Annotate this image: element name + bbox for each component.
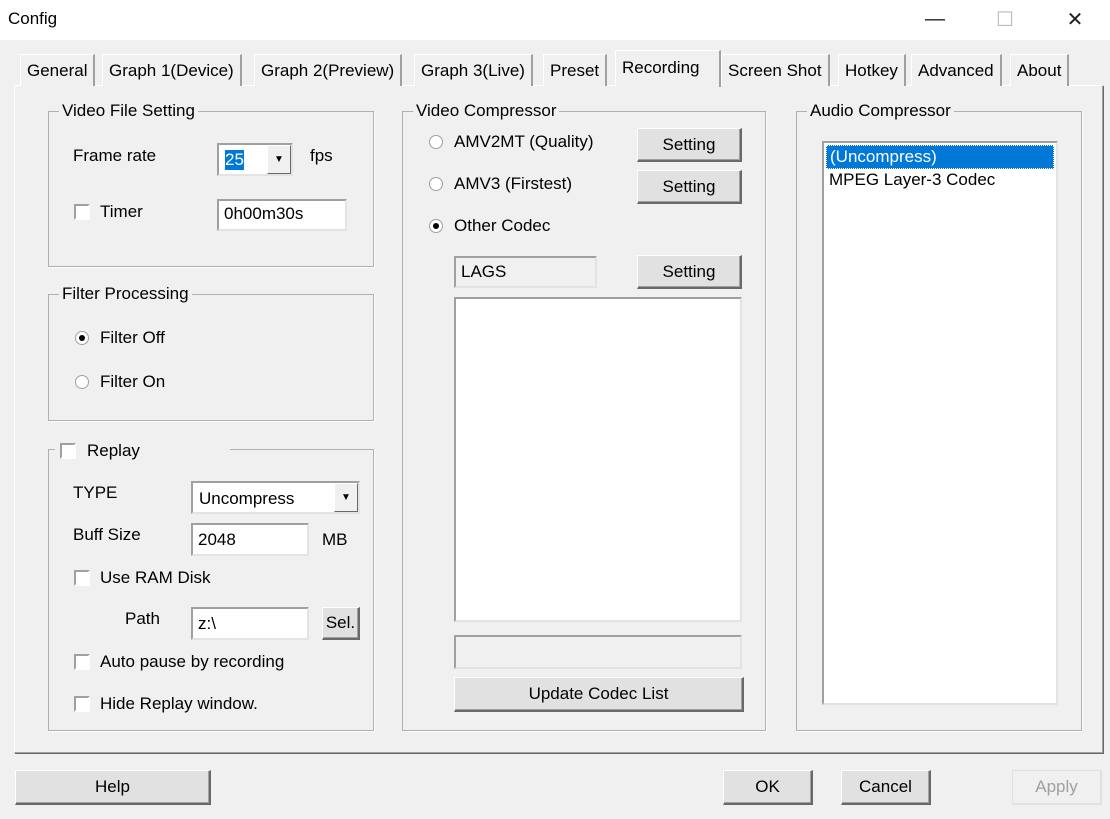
type-combo[interactable]: Uncompress ▼	[191, 481, 360, 514]
tab-about[interactable]: About	[1010, 54, 1070, 86]
filter-off-label: Filter Off	[100, 328, 165, 347]
cancel-button[interactable]: Cancel	[841, 770, 931, 805]
auto-pause-checkbox[interactable]	[74, 654, 90, 670]
group-title: Video File Setting	[59, 101, 198, 121]
audio-codec-list[interactable]: (Uncompress) MPEG Layer-3 Codec	[822, 141, 1058, 705]
path-input[interactable]: z:\	[191, 607, 309, 640]
replay-checkbox[interactable]	[60, 443, 76, 459]
select-path-button[interactable]: Sel.	[322, 607, 360, 640]
frame-rate-combo[interactable]: 25 ▼	[217, 143, 293, 176]
path-label: Path	[125, 609, 160, 628]
filter-on-label: Filter On	[100, 372, 166, 391]
hide-replay-checkbox[interactable]	[74, 696, 90, 712]
amv2mt-label: AMV2MT (Quality)	[454, 132, 594, 151]
buff-size-input[interactable]: 2048	[191, 523, 309, 556]
update-codec-list-button[interactable]: Update Codec List	[454, 677, 744, 712]
video-file-setting-group: Video File Setting	[48, 101, 374, 267]
apply-button[interactable]: Apply	[1012, 770, 1102, 805]
filter-on-radio[interactable]	[75, 375, 89, 389]
audio-codec-item[interactable]: MPEG Layer-3 Codec	[826, 169, 1054, 191]
type-label: TYPE	[73, 483, 118, 502]
tab-graph3[interactable]: Graph 3(Live)	[414, 54, 533, 86]
timer-checkbox[interactable]	[74, 204, 90, 220]
group-title: Audio Compressor	[807, 101, 954, 121]
title-bar: Config — ☐ ✕	[0, 0, 1110, 40]
timer-input[interactable]: 0h00m30s	[217, 199, 347, 231]
other-codec-setting-button[interactable]: Setting	[637, 255, 742, 289]
replay-label: Replay	[87, 441, 140, 460]
window-title: Config	[8, 9, 58, 28]
tab-recording[interactable]: Recording	[615, 50, 721, 87]
ok-button[interactable]: OK	[723, 770, 813, 805]
tab-general[interactable]: General	[20, 54, 96, 86]
tab-graph2[interactable]: Graph 2(Preview)	[254, 54, 403, 86]
frame-rate-label: Frame rate	[73, 146, 157, 165]
amv2mt-radio[interactable]	[429, 135, 443, 149]
filter-processing-group: Filter Processing	[48, 284, 374, 421]
amv3-radio[interactable]	[429, 177, 443, 191]
codec-list[interactable]	[454, 297, 742, 622]
maximize-button[interactable]: ☐	[982, 0, 1028, 38]
codec-name-field: LAGS	[454, 256, 597, 288]
tab-graph1[interactable]: Graph 1(Device)	[102, 54, 242, 86]
codec-info-field	[454, 635, 742, 669]
amv3-setting-button[interactable]: Setting	[637, 170, 742, 204]
chevron-down-icon[interactable]: ▼	[267, 145, 291, 174]
filter-off-radio[interactable]	[75, 331, 89, 345]
group-title: Filter Processing	[59, 284, 192, 304]
amv3-label: AMV3 (Firstest)	[454, 174, 573, 193]
minimize-button[interactable]: —	[912, 0, 958, 38]
tab-advanced[interactable]: Advanced	[911, 54, 1002, 86]
buff-unit-label: MB	[322, 530, 348, 549]
amv2mt-setting-button[interactable]: Setting	[637, 128, 742, 162]
tab-screen-shot[interactable]: Screen Shot	[721, 54, 830, 86]
auto-pause-label: Auto pause by recording	[100, 652, 285, 671]
buff-size-label: Buff Size	[73, 525, 141, 544]
timer-label: Timer	[100, 202, 143, 221]
frame-rate-value: 25	[225, 150, 244, 170]
other-codec-label: Other Codec	[454, 216, 551, 235]
other-codec-radio[interactable]	[429, 219, 443, 233]
audio-codec-item[interactable]: (Uncompress)	[826, 145, 1054, 169]
tab-hotkey[interactable]: Hotkey	[838, 54, 906, 86]
close-button[interactable]: ✕	[1052, 0, 1098, 38]
fps-label: fps	[310, 146, 333, 165]
chevron-down-icon[interactable]: ▼	[334, 483, 358, 512]
group-title: Video Compressor	[413, 101, 560, 121]
help-button[interactable]: Help	[15, 770, 211, 805]
type-value: Uncompress	[199, 489, 295, 508]
tab-preset[interactable]: Preset	[543, 54, 608, 86]
hide-replay-label: Hide Replay window.	[100, 694, 258, 713]
ram-disk-checkbox[interactable]	[74, 570, 90, 586]
ram-disk-label: Use RAM Disk	[100, 568, 211, 587]
